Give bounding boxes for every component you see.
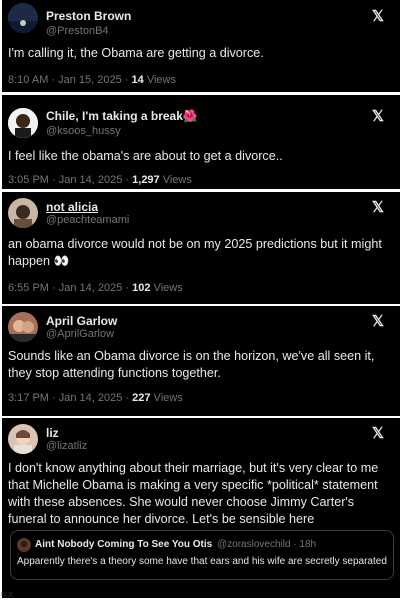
tweet-text: Sounds like an Obama divorce is on the h… xyxy=(8,349,375,380)
views-label: Views xyxy=(150,392,183,404)
tweet-card[interactable]: Preston Brown @PrestonB4 𝕏 I'm calling i… xyxy=(2,0,400,92)
views-label: Views xyxy=(143,74,176,86)
x-logo-icon: 𝕏 xyxy=(371,313,384,330)
author-handle[interactable]: @AprilGarlow xyxy=(46,328,114,340)
author-handle[interactable]: @ksoos_hussy xyxy=(46,125,121,137)
quote-author-name: Aint Nobody Coming To See You Otis xyxy=(35,539,213,550)
quote-author[interactable]: Aint Nobody Coming To See You Otis @zora… xyxy=(35,539,316,550)
quoted-tweet[interactable]: Aint Nobody Coming To See You Otis @zora… xyxy=(10,530,394,580)
timestamp[interactable]: 3:05 PM · Jan 14, 2025 · xyxy=(8,174,132,186)
timestamp[interactable]: 8:10 AM · Jan 15, 2025 · xyxy=(8,74,132,86)
tweet-meta: 6:55 PM · Jan 14, 2025 · 102 Views xyxy=(8,282,183,294)
avatar[interactable] xyxy=(8,108,38,138)
avatar[interactable] xyxy=(8,198,38,228)
tweet-text: I feel like the obama's are about to get… xyxy=(8,149,283,163)
author-name[interactable]: liz xyxy=(46,426,59,440)
tweet-meta: 3:05 PM · Jan 14, 2025 · 1,297 Views xyxy=(8,174,192,186)
views-count: 1,297 xyxy=(132,174,160,186)
views-count: 227 xyxy=(132,392,151,404)
quote-handle-time: @zoraslovechild · 18h xyxy=(217,539,317,550)
author-name[interactable]: not alicia xyxy=(46,200,98,214)
tweet-card[interactable]: liz @lizatliz 𝕏 I don't know anything ab… xyxy=(2,418,400,598)
x-logo-icon: 𝕏 xyxy=(371,8,384,25)
avatar[interactable] xyxy=(8,3,38,33)
x-logo-icon: 𝕏 xyxy=(371,199,384,216)
timestamp[interactable]: 3:17 PM · Jan 14, 2025 · xyxy=(8,392,132,404)
tweet-text: I don't know anything about their marria… xyxy=(8,461,379,526)
views-count: 102 xyxy=(132,282,151,294)
views-label: Views xyxy=(159,174,192,186)
author-handle[interactable]: @lizatliz xyxy=(46,440,87,452)
tweet-meta: 8:10 AM · Jan 15, 2025 · 14 Views xyxy=(8,74,176,86)
tweet-meta: 3:17 PM · Jan 14, 2025 · 227 Views xyxy=(8,392,183,404)
x-logo-icon: 𝕏 xyxy=(371,425,384,442)
author-name[interactable]: Preston Brown xyxy=(46,9,131,23)
timestamp[interactable]: 6:55 PM · Jan 14, 2025 · xyxy=(8,282,132,294)
image-credit: © X xyxy=(1,592,13,599)
tweet-text: I'm calling it, the Obama are getting a … xyxy=(8,46,264,60)
quote-text: Apparently there's a theory some have th… xyxy=(17,556,387,567)
tweet-card[interactable]: not alicia @peachteamami 𝕏 an obama divo… xyxy=(2,192,400,304)
views-count: 14 xyxy=(131,74,144,86)
tweet-text: an obama divorce would not be on my 2025… xyxy=(8,237,382,268)
tweet-card[interactable]: April Garlow @AprilGarlow 𝕏 Sounds like … xyxy=(2,306,400,416)
author-name[interactable]: Chile, I'm taking a break🌺 xyxy=(46,109,198,123)
quote-avatar xyxy=(17,538,31,552)
author-handle[interactable]: @PrestonB4 xyxy=(46,25,109,37)
avatar[interactable] xyxy=(8,312,38,342)
x-logo-icon: 𝕏 xyxy=(371,108,384,125)
author-handle[interactable]: @peachteamami xyxy=(46,214,129,226)
views-label: Views xyxy=(150,282,183,294)
avatar[interactable] xyxy=(8,424,38,454)
tweet-card[interactable]: Chile, I'm taking a break🌺 @ksoos_hussy … xyxy=(2,95,400,189)
author-name[interactable]: April Garlow xyxy=(46,314,117,328)
